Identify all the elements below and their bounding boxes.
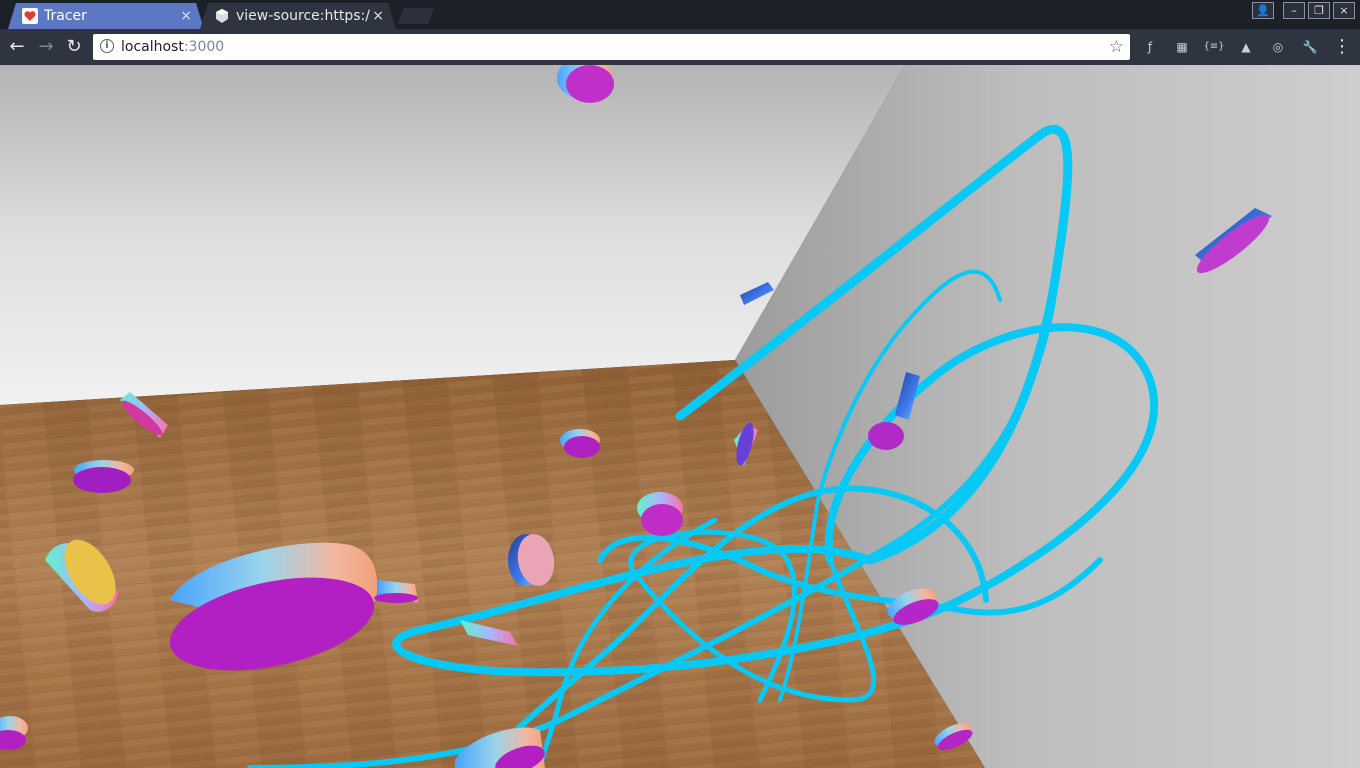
menu-icon[interactable]: ⋮ <box>1330 35 1354 59</box>
tab-tracer[interactable]: Tracer × <box>8 3 204 29</box>
url-host: localhost <box>121 39 184 55</box>
forward-button[interactable]: → <box>34 35 58 59</box>
fedora-icon[interactable]: ƒ <box>1141 38 1159 56</box>
close-window-button[interactable]: × <box>1333 2 1355 19</box>
json-viewer-icon[interactable]: {≡} <box>1202 38 1226 56</box>
url-text[interactable]: localhost:3000 <box>121 34 224 60</box>
tab-strip: Tracer × view-source:https:// × 👤 – ❐ × <box>0 0 1360 29</box>
tab-title: view-source:https:// <box>236 8 370 24</box>
wrench-ext-icon[interactable]: 🔧 <box>1301 38 1319 56</box>
info-icon[interactable]: i <box>100 39 114 53</box>
scene-render[interactable] <box>0 65 1360 768</box>
webgl-canvas[interactable] <box>0 65 1360 768</box>
cube-favicon-icon <box>214 8 230 24</box>
tab-view-source[interactable]: view-source:https:// × <box>200 3 396 29</box>
minimize-button[interactable]: – <box>1283 2 1305 19</box>
screenshot-ext-icon[interactable]: ◎ <box>1269 38 1287 56</box>
reload-button[interactable]: ↻ <box>62 35 86 59</box>
tab-close-icon[interactable]: × <box>180 3 192 29</box>
address-bar[interactable]: i localhost:3000 ☆ <box>93 34 1130 60</box>
tab-title: Tracer <box>44 8 87 24</box>
tab-close-icon[interactable]: × <box>372 3 384 29</box>
url-port: :3000 <box>183 39 225 55</box>
back-button[interactable]: ← <box>5 35 29 59</box>
extension-gray-icon[interactable]: ▦ <box>1173 38 1191 56</box>
heart-favicon-icon <box>22 8 38 24</box>
restore-button[interactable]: ❐ <box>1308 2 1330 19</box>
profile-icon[interactable]: 👤 <box>1252 2 1274 19</box>
browser-toolbar: ← → ↻ i localhost:3000 ☆ ƒ ▦ {≡} ▲ ◎ 🔧 ⋮ <box>0 29 1360 65</box>
triangle-ext-icon[interactable]: ▲ <box>1237 38 1255 56</box>
bookmark-star-icon[interactable]: ☆ <box>1109 34 1124 60</box>
new-tab-button[interactable] <box>398 8 434 24</box>
